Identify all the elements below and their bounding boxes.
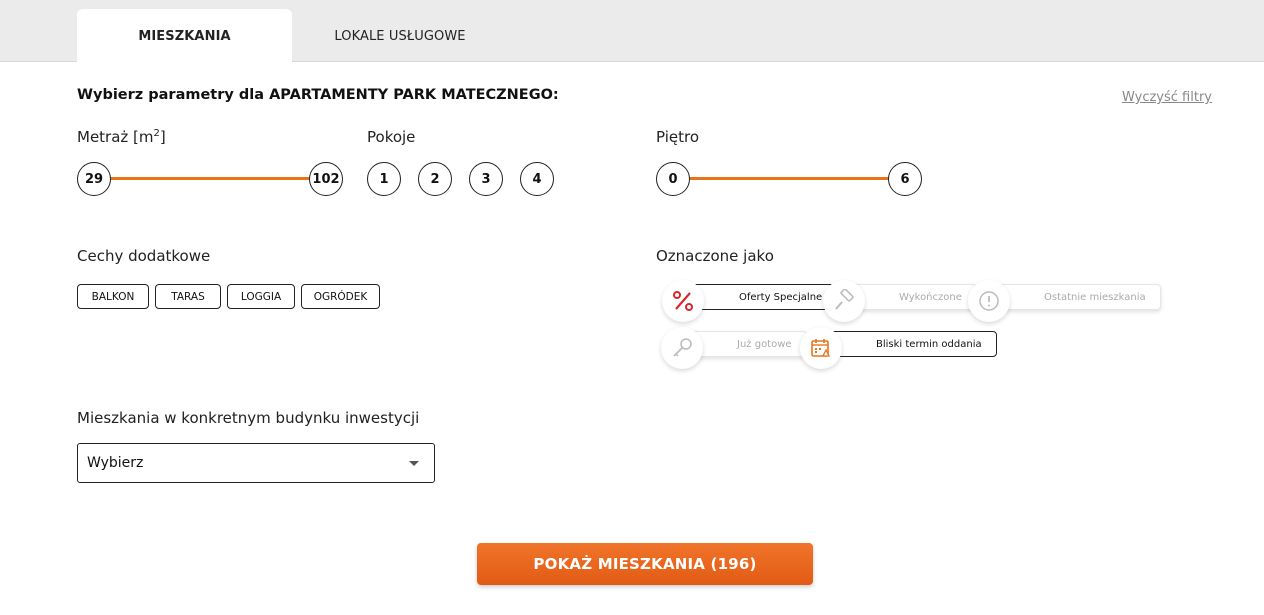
features-label: Cechy dodatkowe [77,247,211,265]
building-label: Mieszkania w konkretnym budynku inwestyc… [77,409,420,427]
tab-bar: MIESZKANIA LOKALE USŁUGOWE [0,0,1264,63]
rooms-label: Pokoje [367,128,416,146]
rooms-option-1[interactable]: 1 [367,162,401,196]
tag-juz-gotowe[interactable]: Już gotowe [688,331,807,357]
tag-ostatnie-mieszkania[interactable]: Ostatnie mieszkania [995,284,1161,310]
rooms-option-2[interactable]: 2 [418,162,452,196]
show-apartments-button[interactable]: POKAŻ MIESZKANIA (196) [477,543,813,585]
tab-mieszkania[interactable]: MIESZKANIA [77,9,292,63]
paint-roller-icon [823,280,865,322]
feature-loggia[interactable]: LOGGIA [227,284,295,309]
percent-icon [662,280,704,322]
marked-label: Oznaczone jako [656,247,774,265]
tag-wykonczone[interactable]: Wykończone [850,284,977,310]
floor-min-handle[interactable]: 0 [656,162,690,196]
tag-label: Bliski termin oddania [876,338,982,350]
tag-label: Już gotowe [737,338,792,350]
rooms-option-4[interactable]: 4 [520,162,554,196]
key-icon [661,327,703,369]
tag-oferty-specjalne[interactable]: Oferty Specjalne [690,284,838,310]
area-label: Metraż [m2] [77,128,166,146]
tag-label: Wykończone [899,291,962,303]
calendar-icon [800,327,842,369]
chevron-down-icon [409,461,419,466]
building-select[interactable]: Wybierz [77,443,435,483]
building-select-value: Wybierz [87,455,144,471]
area-slider-track[interactable] [94,177,326,180]
feature-balkon[interactable]: BALKON [77,284,149,309]
tab-lokale-uslugowe[interactable]: LOKALE USŁUGOWE [300,9,500,63]
clear-filters-link[interactable]: Wyczyść filtry [1122,90,1212,105]
tag-label: Oferty Specjalne [739,291,823,303]
area-min-handle[interactable]: 29 [77,162,111,196]
feature-taras[interactable]: TARAS [155,284,221,309]
filter-heading: Wybierz parametry dla APARTAMENTY PARK M… [77,87,559,103]
feature-ogrodek[interactable]: OGRÓDEK [301,284,380,309]
rooms-option-3[interactable]: 3 [469,162,503,196]
tag-bliski-termin-oddania[interactable]: Bliski termin oddania [827,331,997,357]
floor-max-handle[interactable]: 6 [888,162,922,196]
floor-slider-track[interactable] [673,177,905,180]
area-max-handle[interactable]: 102 [309,162,343,196]
alert-icon [968,280,1010,322]
floor-label: Piętro [656,128,700,146]
tag-label: Ostatnie mieszkania [1044,291,1146,303]
